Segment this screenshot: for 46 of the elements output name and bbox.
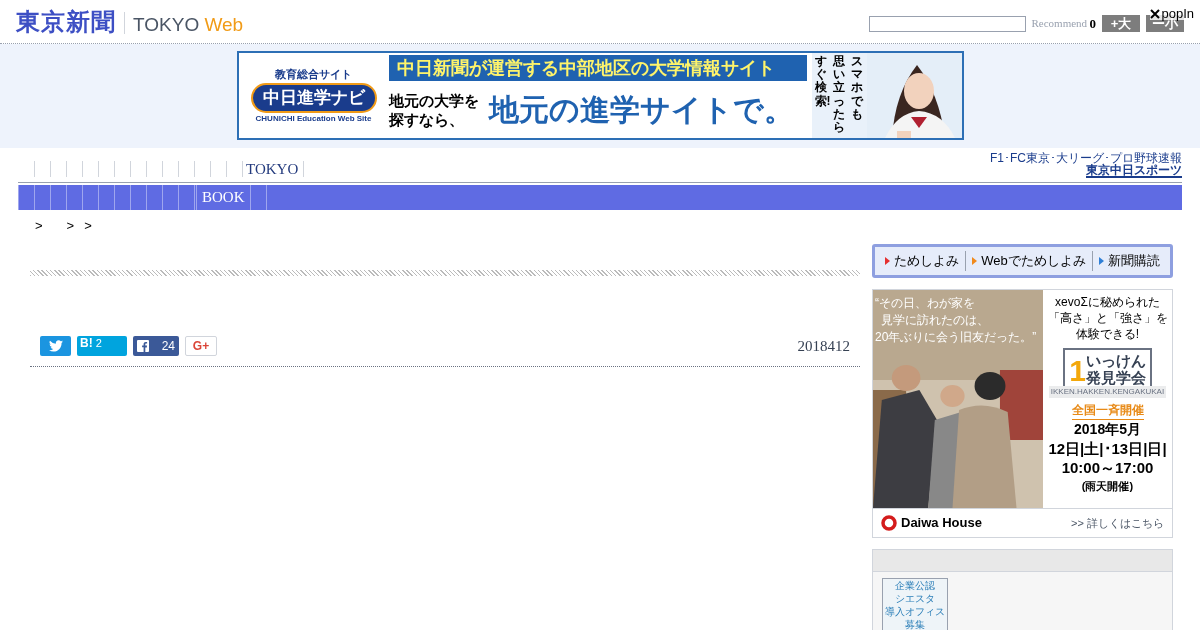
banner-side-text: 思い立ったら	[832, 55, 845, 135]
breadcrumb-separator: >	[84, 217, 92, 234]
font-size-button[interactable]: +大	[1102, 15, 1140, 32]
banner-catch: 地元の進学サイトで。	[488, 92, 794, 128]
twitter-share-button[interactable]	[40, 336, 71, 357]
more-link[interactable]: >> 詳しくはこちら	[1071, 514, 1164, 532]
banner-lead: 地元の大学を	[388, 90, 479, 110]
facebook-share-button[interactable]: 24	[133, 336, 179, 357]
advertiser-logo: Daiwa House	[881, 513, 982, 533]
ad-date: 10:00～17:00	[1061, 458, 1154, 477]
google-plus-button[interactable]: G+	[185, 336, 217, 357]
subscription-link[interactable]: ためしよみ	[879, 251, 966, 271]
nav-link[interactable]: BOOK	[196, 185, 251, 210]
site-subtitle[interactable]: TOKYO Web	[133, 14, 244, 34]
search-field[interactable]	[868, 15, 1026, 32]
banner-side-text: スマホでも	[850, 55, 863, 121]
banner-tagline: 教育総合サイト	[275, 67, 352, 83]
nav-link[interactable]: TOKYO	[246, 161, 305, 177]
ad-quote: 20年ぶりに会う旧友だった。”	[875, 330, 1037, 345]
facebook-icon	[137, 340, 149, 353]
ad-quote: 見学に訪れたのは、	[880, 313, 990, 328]
article-date: 2018412	[797, 337, 851, 356]
counter: 0	[1089, 14, 1096, 33]
banner-headline: 中日新聞が運営する中部地区の大学情報サイト	[388, 55, 807, 81]
breadcrumb-separator: >	[35, 217, 43, 234]
ring-icon	[881, 515, 897, 531]
event-caption: IKKEN.HAKKEN.KENGAKUKAI	[1048, 386, 1167, 398]
ad-date: 12日|土|･13日|日|	[1048, 439, 1167, 458]
subscription-link[interactable]: 新聞購読	[1091, 251, 1166, 271]
ad-quote: “その日、わが家を	[875, 296, 976, 311]
site-logo[interactable]: 東京新聞	[16, 9, 116, 34]
ad-text: 「高さ」と「強さ」を	[1047, 310, 1168, 326]
small-ad-button[interactable]: 企業公認 シエスタ 導入オフィス 募集	[882, 578, 948, 630]
subscription-link[interactable]: Webでためしよみ	[965, 251, 1092, 271]
close-icon[interactable]	[1150, 8, 1161, 19]
ad-text: 全国一斉開催	[1071, 401, 1144, 420]
ad-date: 2018年5月	[1074, 420, 1141, 439]
bird-icon	[48, 340, 63, 353]
breadcrumb-separator: >	[66, 217, 75, 234]
banner-logo-caption: CHUNICHI Education Web Site	[255, 112, 372, 125]
ad-text: 体験できる!	[1075, 326, 1140, 342]
banner-lead: 探すなら、	[388, 109, 465, 129]
banner-logo: 中日進学ナビ	[250, 82, 377, 113]
ad-date: (雨天開催)	[1081, 479, 1134, 494]
ad-text: xevoΣに秘められた	[1055, 294, 1160, 310]
sports-link[interactable]: F1･FC東京･大リーグ･プロ野球速報 東京中日スポーツ	[990, 152, 1182, 178]
